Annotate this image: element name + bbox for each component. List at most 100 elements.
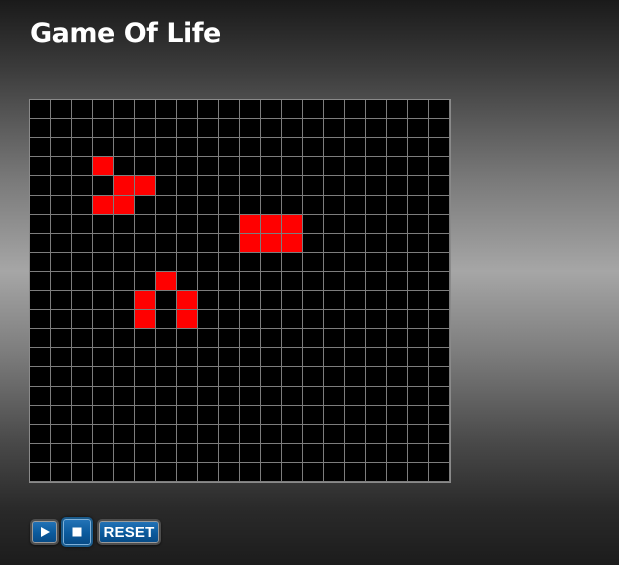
grid-cell[interactable] xyxy=(93,329,114,348)
grid-cell[interactable] xyxy=(156,100,177,119)
grid-cell[interactable] xyxy=(51,387,72,406)
grid-cell[interactable] xyxy=(366,291,387,310)
grid-cell[interactable] xyxy=(198,291,219,310)
grid-cell[interactable] xyxy=(198,234,219,253)
grid-cell[interactable] xyxy=(135,272,156,291)
grid-cell[interactable] xyxy=(345,100,366,119)
grid-cell[interactable] xyxy=(177,387,198,406)
grid-cell[interactable] xyxy=(114,138,135,157)
grid-cell[interactable] xyxy=(345,272,366,291)
grid-cell[interactable] xyxy=(282,176,303,196)
grid-cell[interactable] xyxy=(114,367,135,387)
grid-cell[interactable] xyxy=(135,329,156,348)
grid-cell[interactable] xyxy=(240,463,261,482)
grid-cell[interactable] xyxy=(51,119,72,138)
grid-cell[interactable] xyxy=(198,367,219,387)
grid-cell[interactable] xyxy=(240,387,261,406)
grid-cell[interactable] xyxy=(135,253,156,272)
grid-cell[interactable] xyxy=(135,138,156,157)
grid-cell[interactable] xyxy=(72,329,93,348)
grid-cell[interactable] xyxy=(177,425,198,444)
grid-cell[interactable] xyxy=(93,272,114,291)
grid-cell[interactable] xyxy=(345,463,366,482)
grid-cell[interactable] xyxy=(30,425,51,444)
grid-cell[interactable] xyxy=(303,329,324,348)
grid-cell[interactable] xyxy=(114,329,135,348)
grid-cell[interactable] xyxy=(219,348,240,367)
grid-cell[interactable] xyxy=(324,100,345,119)
grid-cell-alive[interactable] xyxy=(282,215,303,234)
grid-cell[interactable] xyxy=(387,234,408,253)
grid-cell[interactable] xyxy=(345,138,366,157)
grid-cell[interactable] xyxy=(408,463,429,482)
grid-cell[interactable] xyxy=(366,444,387,463)
grid-cell[interactable] xyxy=(261,329,282,348)
grid-cell[interactable] xyxy=(408,444,429,463)
grid-cell[interactable] xyxy=(387,367,408,387)
grid-cell[interactable] xyxy=(114,157,135,176)
grid-cell[interactable] xyxy=(282,196,303,215)
grid-cell[interactable] xyxy=(198,157,219,176)
grid-cell[interactable] xyxy=(429,253,450,272)
grid-cell[interactable] xyxy=(366,463,387,482)
grid-cell[interactable] xyxy=(72,348,93,367)
grid-cell[interactable] xyxy=(261,272,282,291)
grid-cell[interactable] xyxy=(387,348,408,367)
grid-cell[interactable] xyxy=(219,329,240,348)
grid-cell[interactable] xyxy=(72,157,93,176)
grid-cell[interactable] xyxy=(156,119,177,138)
grid-cell[interactable] xyxy=(72,196,93,215)
grid-cell[interactable] xyxy=(324,463,345,482)
grid-cell[interactable] xyxy=(303,138,324,157)
grid-cell[interactable] xyxy=(282,119,303,138)
grid-cell[interactable] xyxy=(366,234,387,253)
grid-cell[interactable] xyxy=(135,444,156,463)
grid-cell[interactable] xyxy=(30,100,51,119)
grid-cell[interactable] xyxy=(114,348,135,367)
grid-cell[interactable] xyxy=(156,463,177,482)
grid-cell[interactable] xyxy=(408,253,429,272)
grid-cell[interactable] xyxy=(72,138,93,157)
grid-cell[interactable] xyxy=(156,444,177,463)
grid-cell[interactable] xyxy=(387,310,408,329)
grid-cell[interactable] xyxy=(429,463,450,482)
grid-cell[interactable] xyxy=(387,329,408,348)
grid-cell[interactable] xyxy=(135,157,156,176)
grid-cell[interactable] xyxy=(156,348,177,367)
grid-cell[interactable] xyxy=(177,119,198,138)
grid-cell[interactable] xyxy=(303,444,324,463)
grid-cell[interactable] xyxy=(114,406,135,425)
grid-cell[interactable] xyxy=(429,176,450,196)
grid-cell[interactable] xyxy=(30,348,51,367)
grid-cell[interactable] xyxy=(219,367,240,387)
grid-cell[interactable] xyxy=(240,157,261,176)
grid-cell[interactable] xyxy=(135,100,156,119)
grid-cell[interactable] xyxy=(345,157,366,176)
grid-cell[interactable] xyxy=(30,234,51,253)
grid-cell[interactable] xyxy=(282,291,303,310)
grid-cell[interactable] xyxy=(429,196,450,215)
grid-cell[interactable] xyxy=(51,196,72,215)
grid-cell[interactable] xyxy=(261,348,282,367)
grid-cell[interactable] xyxy=(387,425,408,444)
grid-cell[interactable] xyxy=(261,119,282,138)
grid-cell[interactable] xyxy=(198,138,219,157)
grid-cell[interactable] xyxy=(345,215,366,234)
grid-cell[interactable] xyxy=(303,100,324,119)
grid-cell[interactable] xyxy=(324,291,345,310)
grid-cell-alive[interactable] xyxy=(114,176,135,196)
grid-cell[interactable] xyxy=(303,387,324,406)
grid-cell[interactable] xyxy=(408,329,429,348)
grid-cell[interactable] xyxy=(429,425,450,444)
grid-cell[interactable] xyxy=(114,291,135,310)
grid-cell[interactable] xyxy=(177,253,198,272)
grid-cell[interactable] xyxy=(324,157,345,176)
grid-cell[interactable] xyxy=(408,234,429,253)
grid-cell[interactable] xyxy=(240,367,261,387)
grid-cell-alive[interactable] xyxy=(135,310,156,329)
grid-cell[interactable] xyxy=(51,100,72,119)
grid-cell[interactable] xyxy=(156,310,177,329)
grid-cell[interactable] xyxy=(261,387,282,406)
grid-cell[interactable] xyxy=(93,444,114,463)
grid-cell[interactable] xyxy=(177,100,198,119)
